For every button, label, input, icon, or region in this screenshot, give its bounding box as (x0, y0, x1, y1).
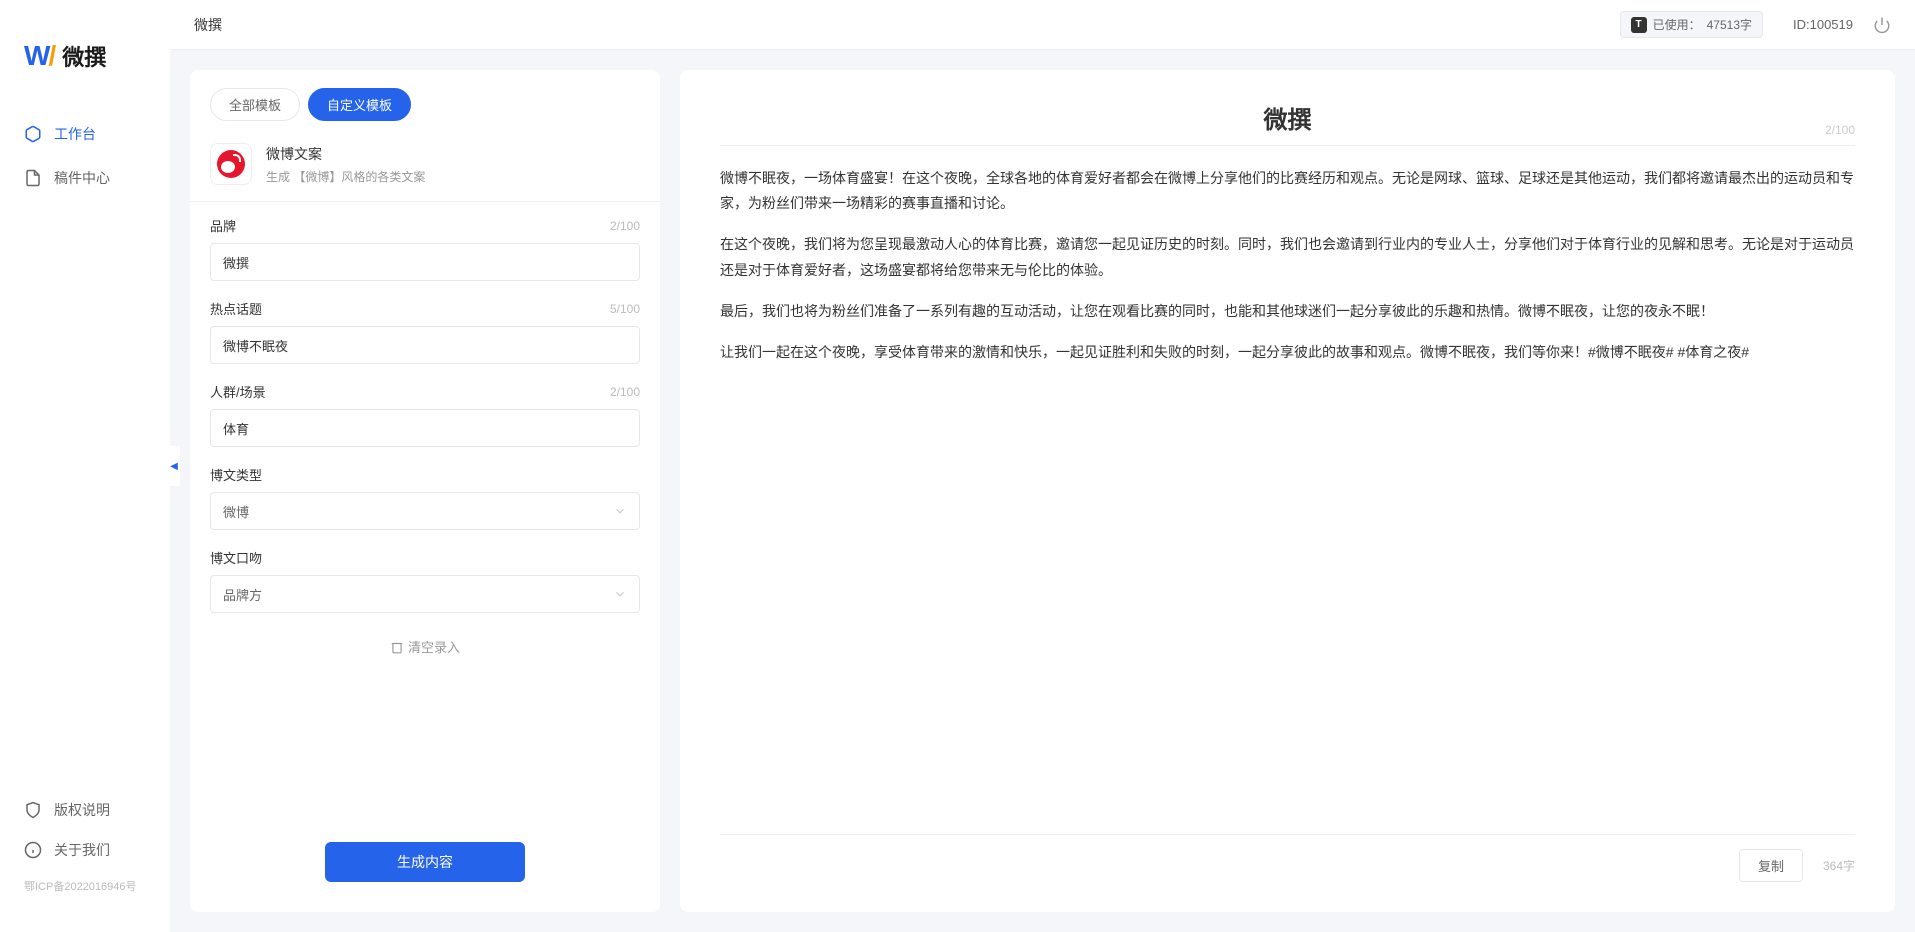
nav: 工作台 稿件中心 (0, 102, 170, 780)
label-tone: 博文口吻 (210, 548, 262, 567)
clear-button[interactable]: 清空录入 (210, 631, 640, 662)
topbar: 微撰 T 已使用： 47513字 ID:100519 (170, 0, 1915, 50)
form-group-scene: 人群/场景 2/100 (210, 382, 640, 447)
template-tabs: 全部模板 自定义模板 (190, 70, 660, 133)
label-brand: 品牌 (210, 216, 236, 235)
form-group-topic: 热点话题 5/100 (210, 299, 640, 364)
power-button[interactable] (1873, 16, 1891, 34)
word-count: 364字 (1823, 857, 1855, 874)
clear-label: 清空录入 (408, 637, 460, 656)
count-brand: 2/100 (610, 219, 640, 233)
cube-icon (24, 125, 42, 143)
sidebar-item-label: 版权说明 (54, 800, 110, 820)
sidebar-item-label: 关于我们 (54, 840, 110, 860)
form-panel: 全部模板 自定义模板 微博文案 生成 【微博】风格的各类文案 品牌 (190, 70, 660, 912)
usage-badge[interactable]: T 已使用： 47513字 (1620, 11, 1763, 38)
sidebar-collapse-handle[interactable]: ◀ (168, 446, 180, 486)
icp-text: 鄂ICP备2022016946号 (0, 870, 170, 902)
template-icon (210, 143, 252, 185)
copy-button[interactable]: 复制 (1739, 849, 1803, 882)
output-paragraph: 在这个夜晚，我们将为您呈现最激动人心的体育比赛，邀请您一起见证历史的时刻。同时，… (720, 232, 1855, 282)
text-icon: T (1631, 17, 1647, 33)
form-group-type: 博文类型 微博 (210, 465, 640, 530)
tab-all-templates[interactable]: 全部模板 (210, 88, 300, 121)
output-panel: 微撰 2/100 微博不眠夜，一场体育盛宴！在这个夜晚，全球各地的体育爱好者都会… (680, 70, 1895, 912)
label-topic: 热点话题 (210, 299, 262, 318)
shield-icon (24, 801, 42, 819)
topic-input[interactable] (210, 326, 640, 364)
brand-input[interactable] (210, 243, 640, 281)
tab-custom-templates[interactable]: 自定义模板 (308, 88, 411, 121)
user-id: ID:100519 (1793, 17, 1853, 32)
info-icon (24, 841, 42, 859)
power-icon (1873, 16, 1891, 34)
template-header: 微博文案 生成 【微博】风格的各类文案 (190, 133, 660, 202)
form: 品牌 2/100 热点话题 5/100 人群 (190, 202, 660, 826)
sidebar-item-copyright[interactable]: 版权说明 (0, 790, 170, 830)
output-body: 微博不眠夜，一场体育盛宴！在这个夜晚，全球各地的体育爱好者都会在微博上分享他们的… (720, 146, 1855, 401)
generate-button[interactable]: 生成内容 (325, 842, 525, 882)
usage-label: 已使用： (1653, 16, 1701, 33)
type-select[interactable]: 微博 (210, 492, 640, 530)
label-scene: 人群/场景 (210, 382, 266, 401)
logo-text: 微撰 (62, 40, 106, 72)
template-title: 微博文案 (266, 144, 425, 164)
sidebar-item-label: 工作台 (54, 124, 96, 144)
logo-icon: W/ (24, 40, 54, 72)
count-topic: 5/100 (610, 302, 640, 316)
sidebar-footer: 版权说明 关于我们 鄂ICP备2022016946号 (0, 780, 170, 912)
main: 微撰 T 已使用： 47513字 ID:100519 全部模板 自定义模板 (170, 0, 1915, 932)
usage-value: 47513字 (1707, 16, 1752, 33)
output-footer: 复制 364字 (720, 834, 1855, 882)
output-paragraph: 微博不眠夜，一场体育盛宴！在这个夜晚，全球各地的体育爱好者都会在微博上分享他们的… (720, 166, 1855, 216)
output-title-count: 2/100 (1825, 123, 1855, 137)
sidebar-item-drafts[interactable]: 稿件中心 (0, 156, 170, 200)
tone-select[interactable]: 品牌方 (210, 575, 640, 613)
output-paragraph: 让我们一起在这个夜晚，享受体育带来的激情和快乐，一起见证胜利和失败的时刻，一起分… (720, 340, 1855, 365)
page-title: 微撰 (194, 15, 1620, 35)
tone-select-value: 品牌方 (223, 585, 262, 604)
content: 全部模板 自定义模板 微博文案 生成 【微博】风格的各类文案 品牌 (170, 50, 1915, 932)
template-meta: 微博文案 生成 【微博】风格的各类文案 (266, 144, 425, 185)
sidebar-item-label: 稿件中心 (54, 168, 110, 188)
output-header: 微撰 2/100 (720, 100, 1855, 146)
form-group-tone: 博文口吻 品牌方 (210, 548, 640, 613)
label-type: 博文类型 (210, 465, 262, 484)
form-group-brand: 品牌 2/100 (210, 216, 640, 281)
chevron-down-icon (613, 504, 627, 518)
type-select-value: 微博 (223, 502, 249, 521)
sidebar-item-about[interactable]: 关于我们 (0, 830, 170, 870)
form-footer: 生成内容 (190, 826, 660, 912)
output-paragraph: 最后，我们也将为粉丝们准备了一系列有趣的互动活动，让您在观看比赛的同时，也能和其… (720, 299, 1855, 324)
scene-input[interactable] (210, 409, 640, 447)
logo: W/ 微撰 (0, 20, 170, 102)
template-desc: 生成 【微博】风格的各类文案 (266, 168, 425, 185)
count-scene: 2/100 (610, 385, 640, 399)
output-title: 微撰 (720, 100, 1855, 135)
chevron-down-icon (613, 587, 627, 601)
sidebar-item-workbench[interactable]: 工作台 (0, 112, 170, 156)
trash-icon (390, 640, 404, 654)
weibo-icon (217, 150, 245, 178)
doc-icon (24, 169, 42, 187)
sidebar: W/ 微撰 工作台 稿件中心 版权说明 关于我们 鄂ICP备2022016946… (0, 0, 170, 932)
